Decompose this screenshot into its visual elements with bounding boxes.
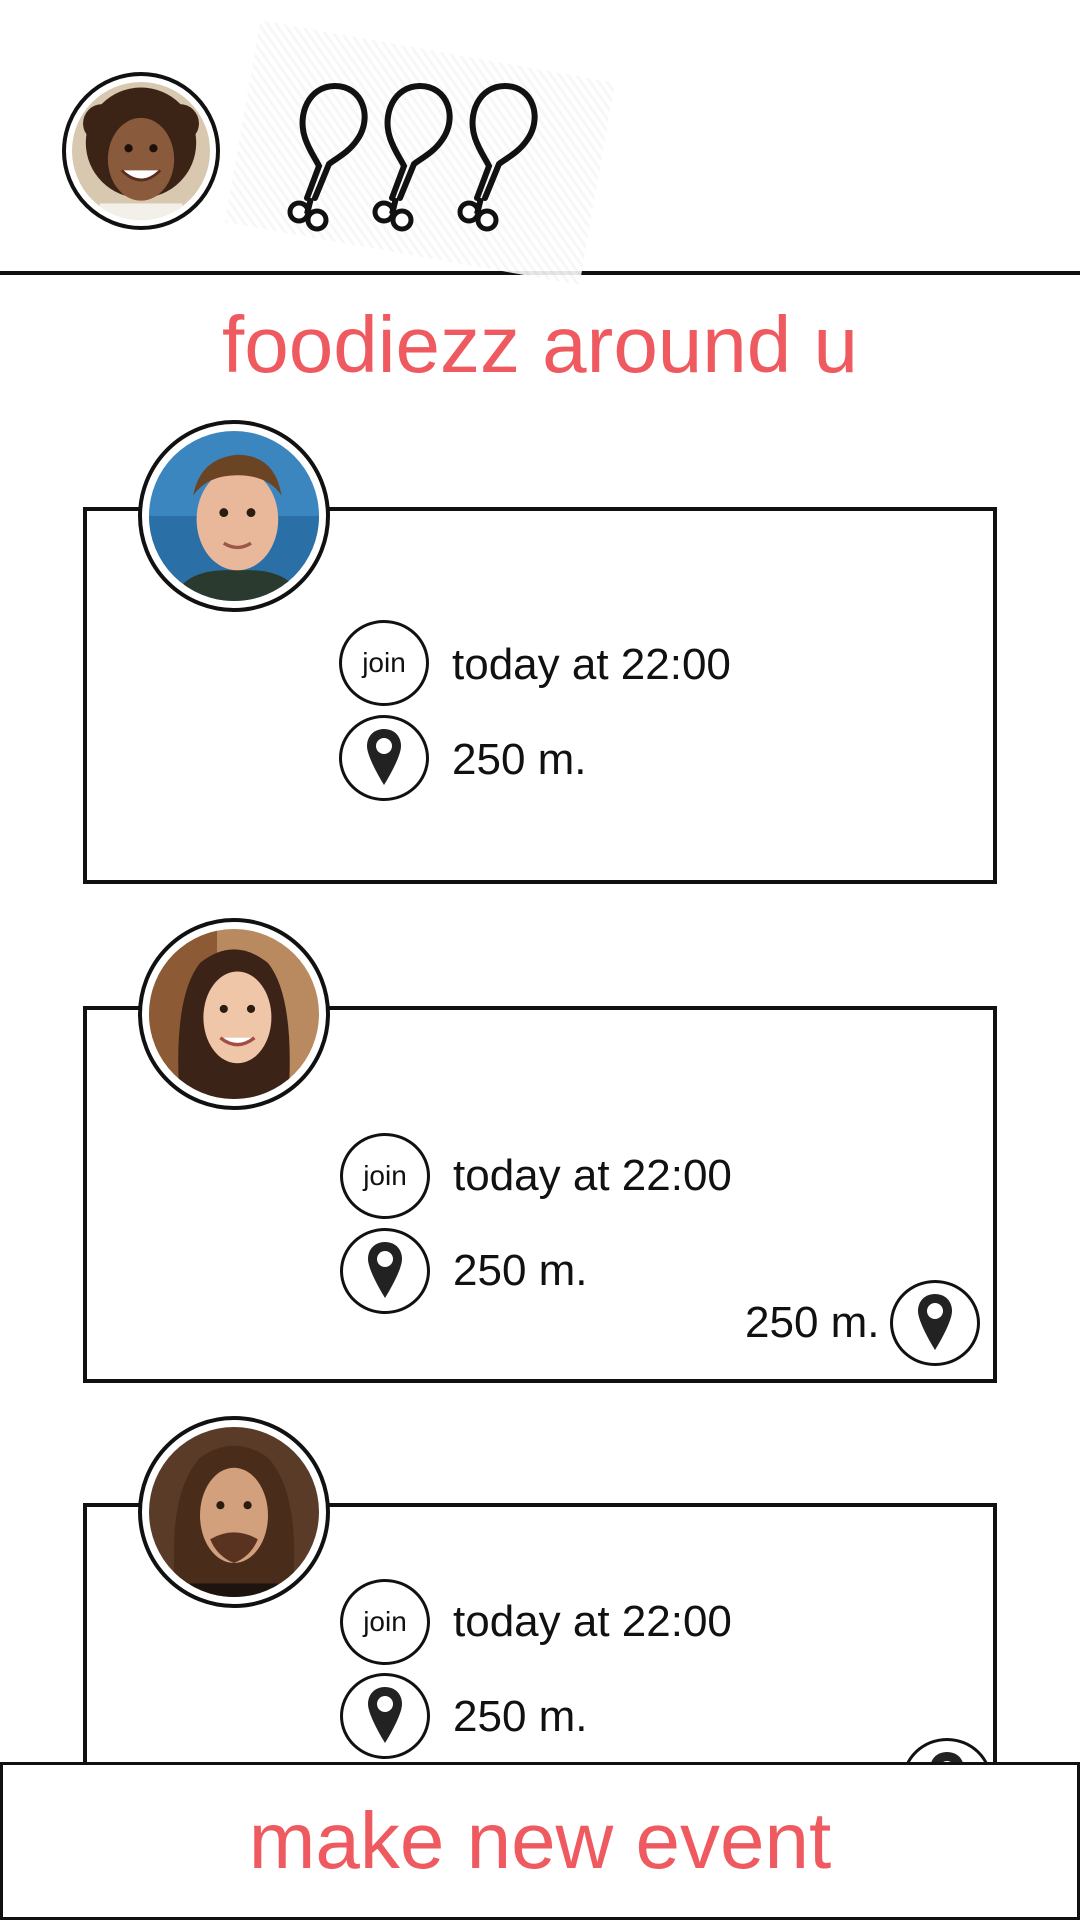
join-button[interactable]: join	[340, 1133, 430, 1219]
drumstick-icon	[275, 78, 370, 238]
location-pin-icon[interactable]	[340, 1673, 430, 1759]
join-label: join	[363, 1160, 407, 1191]
make-new-event-label: make new event	[248, 1796, 832, 1885]
header-bar	[0, 0, 1080, 285]
event-distance: 250 m.	[453, 1246, 588, 1295]
join-label: join	[362, 647, 406, 678]
event-time: today at 22:00	[453, 1151, 732, 1200]
host-avatar[interactable]	[138, 420, 330, 612]
page-title: foodiezz around u	[221, 300, 858, 389]
event-distance: 250 m.	[453, 1692, 588, 1741]
extra-distance: 250 m.	[745, 1298, 880, 1347]
join-button[interactable]: join	[340, 1579, 430, 1665]
location-pin-icon[interactable]	[339, 715, 429, 801]
user-avatar[interactable]	[62, 72, 220, 230]
drumstick-icon	[445, 78, 540, 238]
join-button[interactable]: join	[339, 620, 429, 706]
food-rating	[275, 78, 555, 238]
host-avatar[interactable]	[138, 1416, 330, 1608]
host-avatar[interactable]	[138, 918, 330, 1110]
location-pin-icon[interactable]	[340, 1228, 430, 1314]
event-time: today at 22:00	[452, 640, 731, 689]
join-label: join	[363, 1606, 407, 1637]
drumstick-icon	[360, 78, 455, 238]
event-time: today at 22:00	[453, 1597, 732, 1646]
location-pin-icon[interactable]	[890, 1280, 980, 1366]
make-new-event-button[interactable]: make new event	[0, 1762, 1080, 1920]
event-distance: 250 m.	[452, 735, 587, 784]
